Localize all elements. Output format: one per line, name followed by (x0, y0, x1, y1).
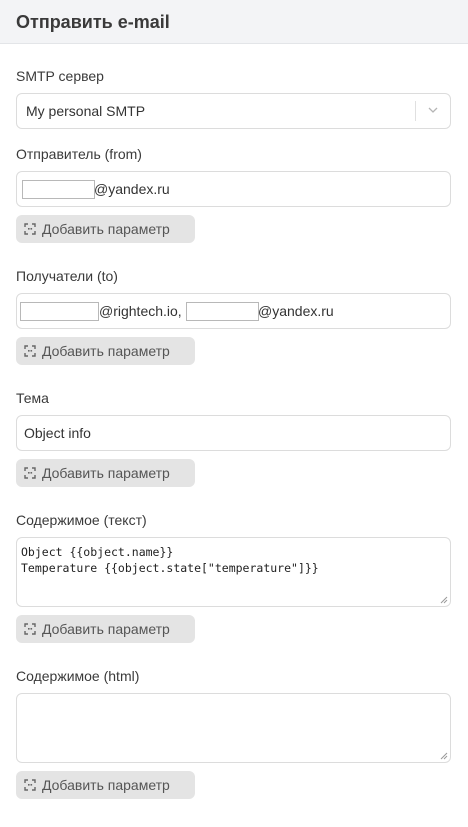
to-username-blank-2 (186, 302, 259, 321)
smtp-label: SMTP сервер (16, 68, 104, 84)
variable-bracket-icon (24, 779, 36, 791)
to-add-parameter-button[interactable]: Добавить параметр (16, 337, 195, 365)
to-domain-2: @yandex.ru (258, 303, 334, 319)
select-divider (415, 101, 416, 121)
subject-value: Object info (24, 425, 91, 441)
to-username-blank-1 (20, 302, 99, 321)
add-parameter-label: Добавить параметр (42, 221, 170, 237)
to-domain-1: @rightech.io, (99, 303, 182, 319)
from-username-blank (22, 180, 95, 199)
body-text-textarea[interactable]: Object {{object.name}} Temperature {{obj… (16, 537, 451, 607)
to-label: Получатели (to) (16, 268, 118, 284)
from-label: Отправитель (from) (16, 146, 142, 162)
body-text-add-parameter-button[interactable]: Добавить параметр (16, 615, 195, 643)
add-parameter-label: Добавить параметр (42, 343, 170, 359)
body-html-label: Содержимое (html) (16, 668, 140, 684)
add-parameter-label: Добавить параметр (42, 465, 170, 481)
page-title: Отправить e-mail (16, 12, 170, 32)
add-parameter-label: Добавить параметр (42, 777, 170, 793)
body-text-line-2: Temperature {{object.state["temperature"… (21, 561, 319, 575)
variable-bracket-icon (24, 345, 36, 357)
variable-bracket-icon (24, 623, 36, 635)
subject-label: Тема (16, 390, 49, 406)
subject-add-parameter-button[interactable]: Добавить параметр (16, 459, 195, 487)
body-html-add-parameter-button[interactable]: Добавить параметр (16, 771, 195, 799)
resize-handle-icon[interactable] (440, 752, 448, 760)
from-field[interactable]: @yandex.ru (16, 171, 451, 207)
from-domain: @yandex.ru (94, 181, 170, 197)
chevron-down-icon[interactable] (428, 107, 438, 114)
body-text-line-1: Object {{object.name}} (21, 545, 174, 559)
resize-handle-icon[interactable] (440, 596, 448, 604)
smtp-selected-value: My personal SMTP (26, 103, 146, 119)
body-html-textarea[interactable] (16, 693, 451, 763)
variable-bracket-icon (24, 467, 36, 479)
page-header: Отправить e-mail (0, 0, 468, 44)
smtp-select[interactable]: My personal SMTP (16, 93, 451, 129)
to-field[interactable]: @rightech.io, @yandex.ru (16, 293, 451, 329)
from-add-parameter-button[interactable]: Добавить параметр (16, 215, 195, 243)
add-parameter-label: Добавить параметр (42, 621, 170, 637)
subject-input[interactable]: Object info (16, 415, 451, 451)
variable-bracket-icon (24, 223, 36, 235)
body-text-label: Содержимое (текст) (16, 512, 147, 528)
